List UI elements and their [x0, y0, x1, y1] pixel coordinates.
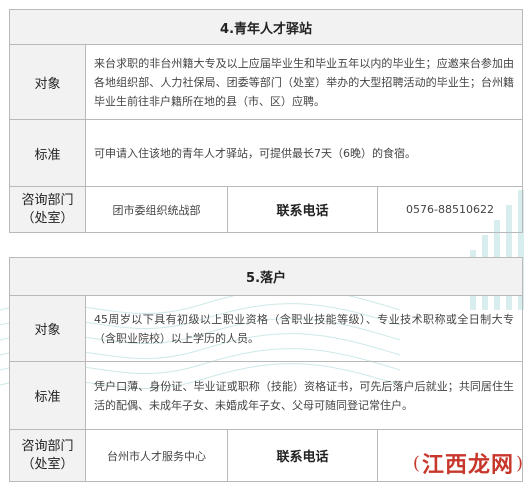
- watermark-text: 江西龙网: [421, 452, 514, 478]
- row-label-standard: 标准: [9, 119, 86, 187]
- row-label-target: 对象: [9, 295, 86, 362]
- row-content-target: 45周岁以下具有初级以上职业资格（含职业技能等级）、专业技术职称或全日制大专（含…: [84, 295, 524, 362]
- contact-dept-label-line1: 咨询部门: [21, 438, 74, 454]
- contact-dept-value: 台州市人才服务中心: [85, 429, 228, 482]
- row-content-target: 来台求职的非台州籍大专及以上应届毕业生和毕业五年以内的毕业生；应邀来台参加由各地…: [84, 44, 524, 120]
- section-table-youth-station: 4.青年人才驿站 对象 来台求职的非台州籍大专及以上应届毕业生和毕业五年以内的毕…: [8, 9, 524, 233]
- contact-dept-value: 团市委组织统战部: [85, 186, 228, 233]
- site-watermark: ( 江西龙网 ): [413, 447, 523, 479]
- contact-dept-label-line2: （处室）: [21, 210, 74, 226]
- section-title: 4.青年人才驿站: [8, 9, 524, 45]
- row-content-standard: 可申请入住该地的青年人才驿站，可提供最长7天（6晚）的食宿。: [84, 119, 524, 187]
- contact-dept-label: 咨询部门 （处室）: [9, 186, 86, 233]
- contact-dept-label: 咨询部门 （处室）: [9, 429, 86, 482]
- watermark-paren-open: (: [412, 452, 420, 474]
- row-content-standard: 凭户口薄、身份证、毕业证或职称（技能）资格证书，可先后落户后就业；共同居住生活的…: [84, 361, 524, 430]
- contact-phone-value: 0576-88510622: [376, 186, 524, 233]
- contact-dept-label-line2: （处室）: [21, 456, 74, 472]
- row-label-target: 对象: [9, 44, 86, 120]
- contact-phone-label: 联系电话: [227, 186, 378, 233]
- section-title: 5.落户: [8, 257, 524, 296]
- watermark-paren-close: ): [515, 452, 523, 474]
- row-label-standard: 标准: [9, 361, 86, 430]
- contact-phone-label: 联系电话: [227, 429, 378, 482]
- contact-dept-label-line1: 咨询部门: [21, 192, 74, 208]
